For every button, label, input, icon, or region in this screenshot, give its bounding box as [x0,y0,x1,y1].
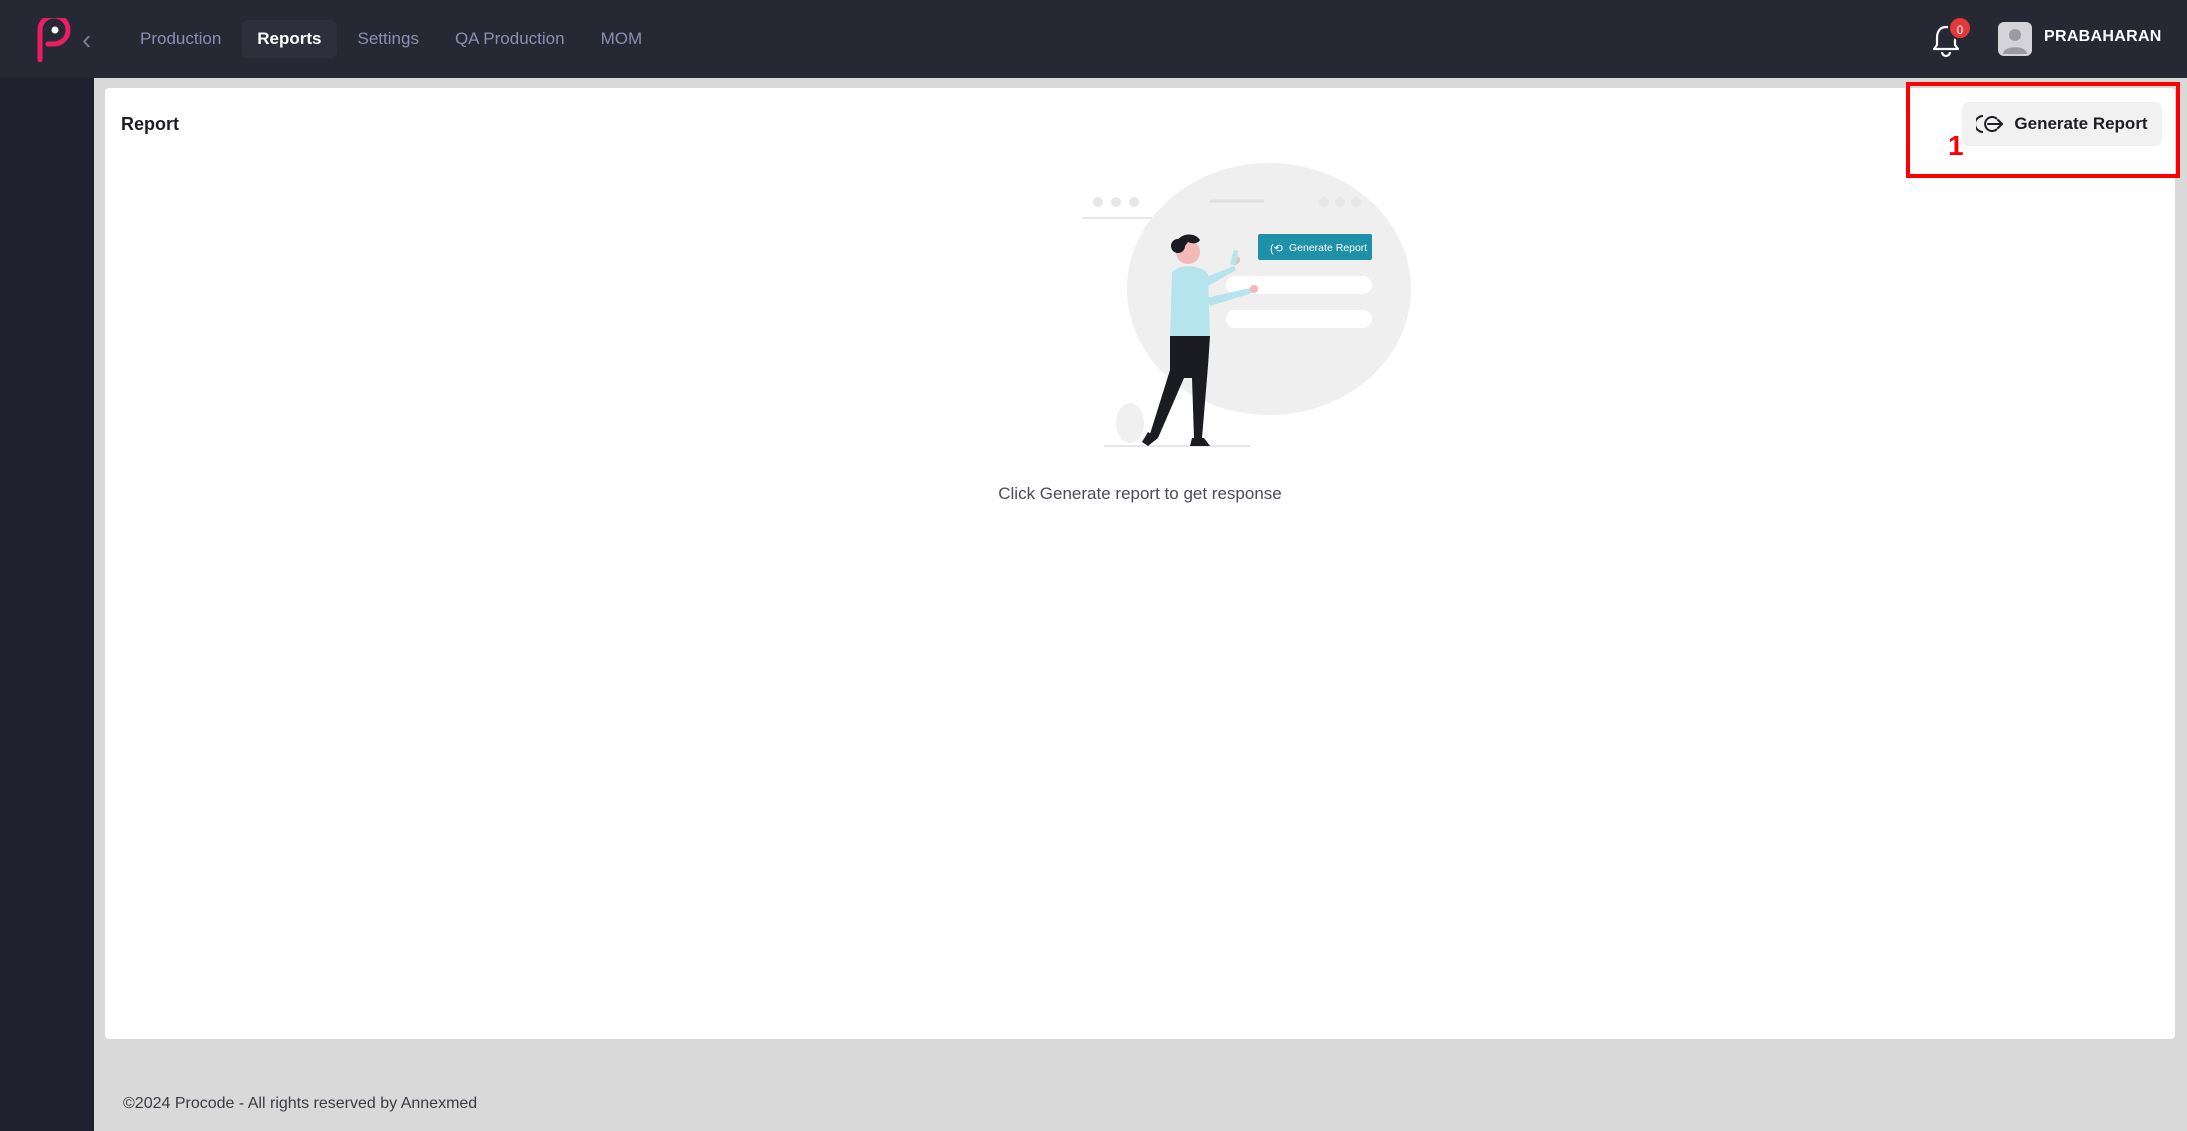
illustration-button-label: Generate Report [1289,242,1367,254]
top-navigation-bar: ‹ Production Reports Settings QA Product… [0,0,2187,78]
empty-state-message: Click Generate report to get response [998,484,1282,503]
user-icon [2003,29,2027,54]
nav-item-reports[interactable]: Reports [242,20,337,58]
nav-item-qa-production[interactable]: QA Production [440,20,580,58]
notification-badge: 0 [1948,16,1972,40]
nav-item-mom[interactable]: MOM [586,20,658,58]
username[interactable]: PRABAHARAN [2044,28,2162,46]
procode-logo[interactable] [34,18,74,62]
page-title: Report [121,114,179,134]
annotation-number: 1 [1948,130,1964,161]
avatar[interactable] [1998,22,2032,56]
nav-item-settings[interactable]: Settings [343,20,434,58]
footer-copyright: ©2024 Procode - All rights reserved by A… [123,1095,478,1112]
collapse-sidebar-icon[interactable]: ‹ [82,26,91,54]
report-card: Report Generate Report (⟲ Generate Repor… [105,88,2175,1039]
sidebar [0,0,94,1131]
svg-text:(⟲: (⟲ [1270,243,1283,255]
main-nav: Production Reports Settings QA Productio… [125,20,657,58]
nav-item-production[interactable]: Production [125,20,236,58]
